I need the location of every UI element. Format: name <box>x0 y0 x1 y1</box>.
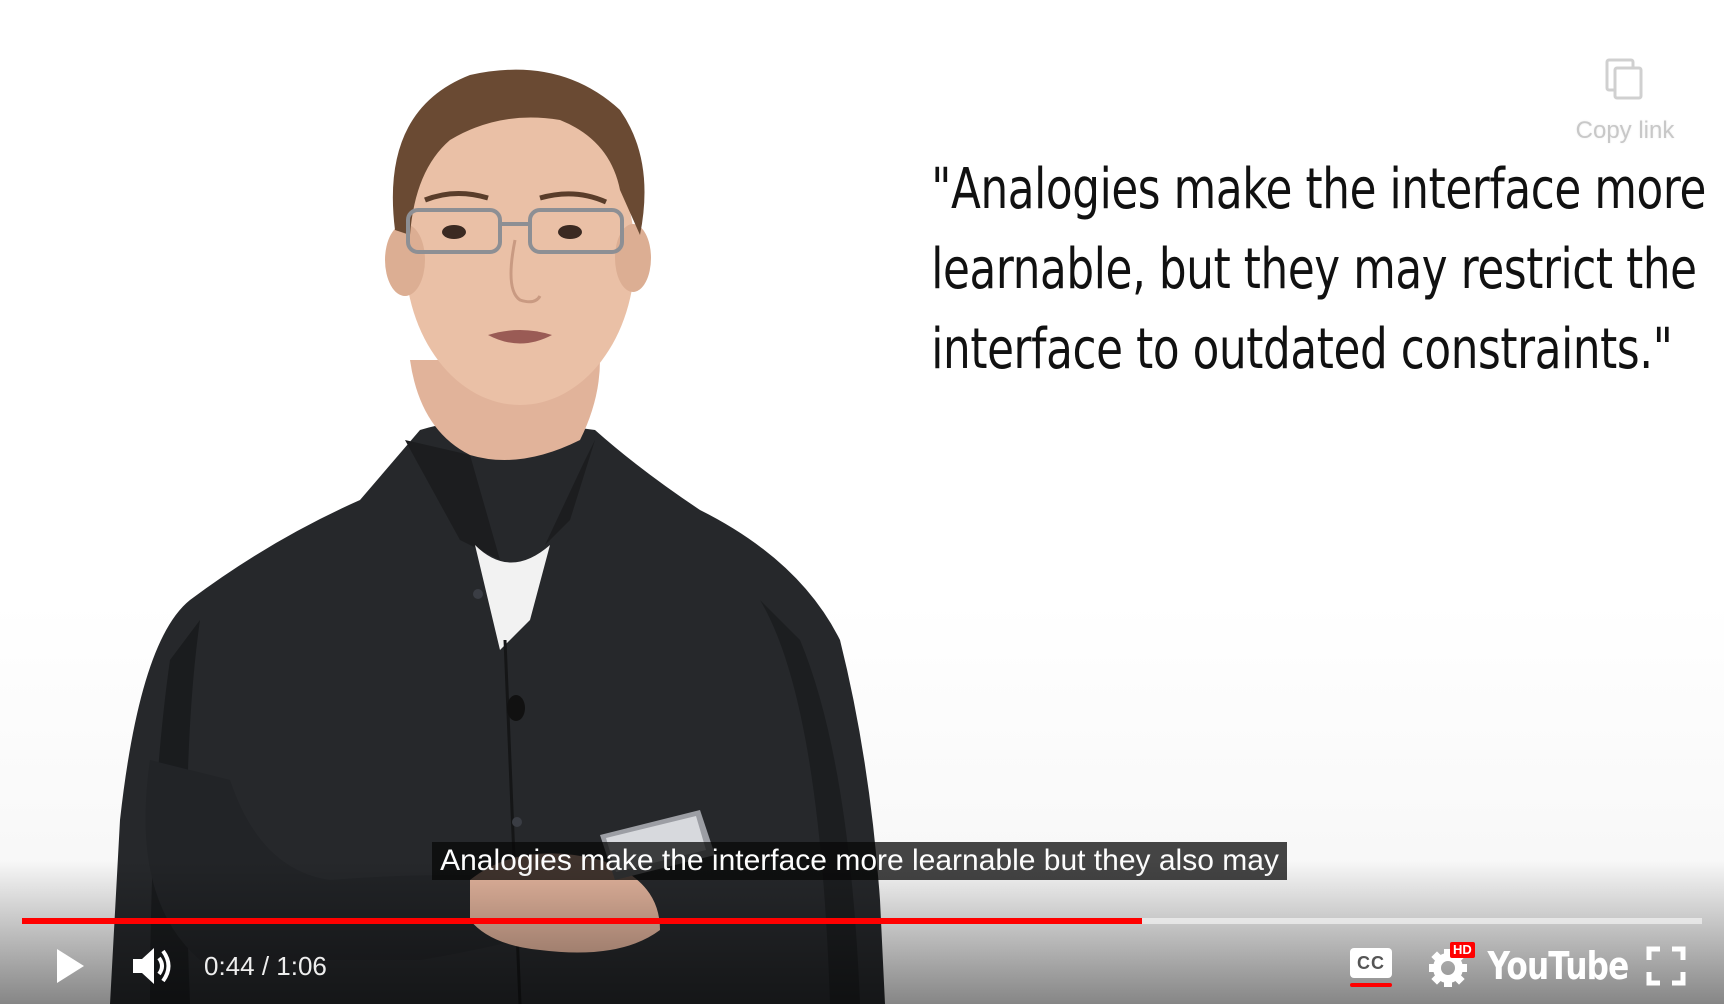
time-display: 0:44 / 1:06 <box>204 936 327 996</box>
cc-label: CC <box>1357 953 1385 973</box>
quote-line: learnable, but they may restrict the <box>931 237 1697 302</box>
hd-badge: HD <box>1450 942 1475 958</box>
current-time: 0:44 <box>204 951 255 981</box>
quote-line: "Analogies make the interface more <box>931 157 1706 222</box>
youtube-logo-link[interactable]: YouTube <box>1487 936 1629 996</box>
duration: 1:06 <box>276 951 327 981</box>
cc-active-indicator <box>1350 983 1392 987</box>
progress-bar[interactable] <box>22 918 1702 924</box>
cc-icon: CC <box>1350 944 1392 988</box>
play-button[interactable] <box>40 936 100 996</box>
control-bar: 0:44 / 1:06 CC HD YouTube <box>0 936 1724 996</box>
mute-button[interactable] <box>120 936 186 996</box>
copy-icon <box>1605 58 1643 100</box>
subtitles-button[interactable]: CC <box>1340 936 1402 996</box>
quote-text: "Analogies make the interface more learn… <box>931 150 1706 390</box>
settings-button[interactable]: HD <box>1420 936 1480 996</box>
youtube-logo: YouTube <box>1487 944 1629 988</box>
fullscreen-button[interactable] <box>1636 936 1696 996</box>
time-separator: / <box>254 951 277 981</box>
copy-link-button[interactable]: Copy link <box>1560 56 1690 145</box>
copy-link-label: Copy link <box>1575 117 1675 144</box>
fullscreen-icon <box>1646 946 1686 986</box>
play-icon <box>57 949 84 983</box>
progress-played <box>22 918 1142 924</box>
video-player[interactable]: "Analogies make the interface more learn… <box>0 0 1724 1004</box>
quote-line: interface to outdated constraints." <box>931 317 1673 382</box>
volume-icon <box>133 948 171 984</box>
